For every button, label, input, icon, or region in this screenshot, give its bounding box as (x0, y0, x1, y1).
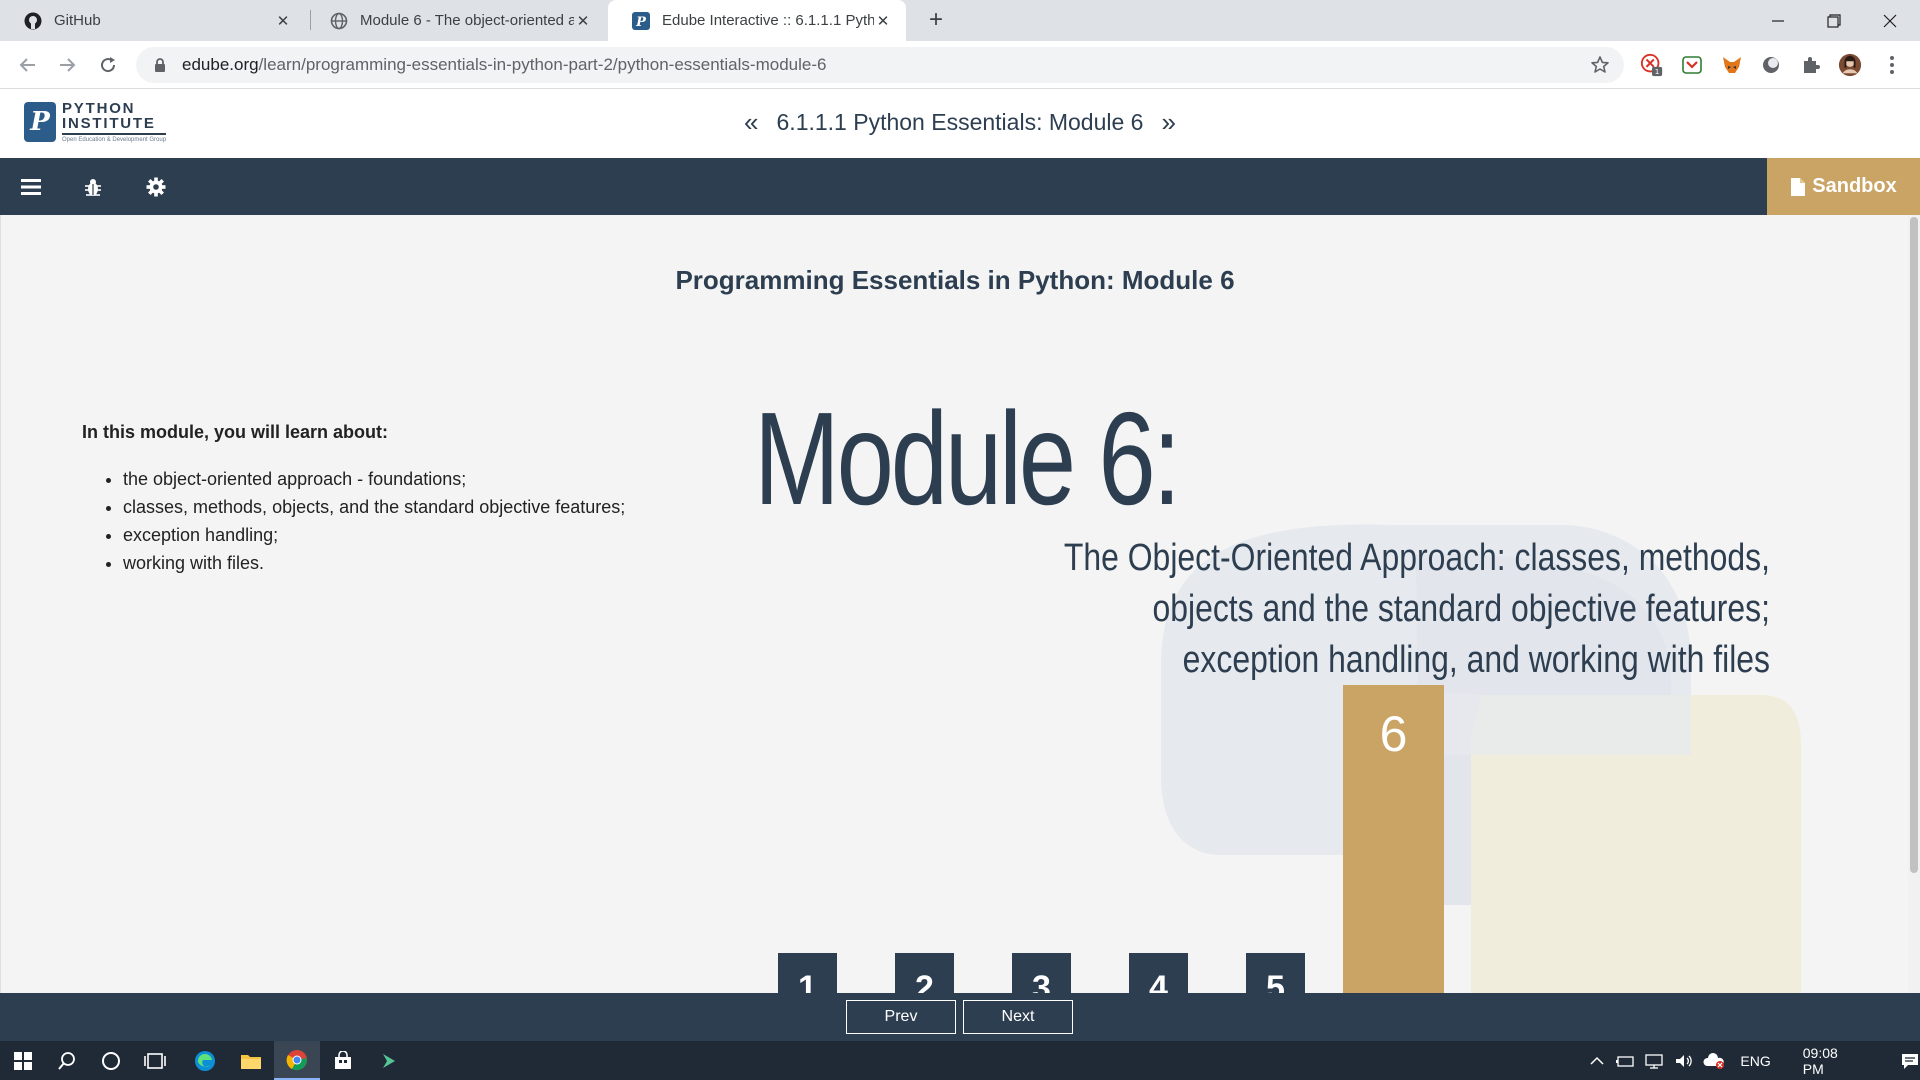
extensions-puzzle-icon[interactable] (1799, 53, 1823, 77)
new-tab-button[interactable]: + (922, 6, 950, 34)
file-icon (1790, 177, 1806, 197)
profile-avatar[interactable] (1838, 53, 1862, 77)
prev-button[interactable]: Prev (846, 1000, 956, 1034)
topic-list: the object-oriented approach - foundatio… (82, 469, 625, 574)
clock[interactable]: 09:08 PM (1803, 1045, 1862, 1077)
close-icon[interactable]: ✕ (874, 12, 892, 30)
tab-title: GitHub (54, 12, 101, 29)
module-step-block: 4 (1129, 953, 1188, 993)
extension-badge-count: 1 (1655, 67, 1660, 76)
topic-item: classes, methods, objects, and the stand… (123, 497, 625, 518)
scrollbar-thumb[interactable] (1910, 217, 1918, 873)
module-step-block: 1 (778, 953, 837, 993)
volume-icon[interactable] (1669, 1053, 1699, 1069)
topic-item: the object-oriented approach - foundatio… (123, 469, 625, 490)
close-window-button[interactable] (1862, 0, 1918, 41)
tab-github[interactable]: GitHub ✕ (0, 0, 306, 41)
subtitle-line: objects and the standard objective featu… (1152, 588, 1770, 630)
sandbox-button[interactable]: Sandbox (1767, 158, 1920, 215)
globe-icon (330, 12, 348, 30)
github-icon (24, 12, 42, 30)
tab-title: Module 6 - The object-oriented a (360, 12, 574, 29)
task-view-icon[interactable] (132, 1041, 178, 1080)
module-heading-graphic: Module 6: (754, 385, 1181, 532)
svg-text:P: P (635, 15, 647, 30)
browser-menu-icon[interactable] (1880, 53, 1904, 77)
file-explorer-icon[interactable] (228, 1041, 274, 1080)
topic-item: exception handling; (123, 525, 625, 546)
course-toolbar: Sandbox (0, 158, 1920, 215)
address-bar: edube.org/learn/programming-essentials-i… (0, 41, 1920, 89)
terminal-app-icon[interactable] (366, 1041, 412, 1080)
topic-item: working with files. (123, 553, 625, 574)
module-step-block: 2 (895, 953, 954, 993)
tab-module-6-page[interactable]: Module 6 - The object-oriented a ✕ (306, 0, 606, 41)
onedrive-sync-error-icon[interactable] (1699, 1052, 1729, 1069)
settings-gear-icon[interactable] (143, 174, 169, 200)
browser-tab-bar: GitHub ✕ Module 6 - The object-oriented … (0, 0, 1920, 41)
page-title: Programming Essentials in Python: Module… (675, 265, 1235, 295)
notifications-icon[interactable] (1900, 1052, 1920, 1070)
network-icon[interactable] (1639, 1053, 1669, 1069)
lesson-content: Programming Essentials in Python: Module… (0, 215, 1908, 993)
lock-icon (152, 57, 168, 73)
bug-report-icon[interactable] (80, 174, 106, 200)
battery-icon[interactable] (1610, 1054, 1640, 1068)
content-scrollbar[interactable] (1908, 215, 1920, 993)
windows-taskbar: ENG 09:08 PM (0, 1041, 1920, 1080)
lesson-title: 6.1.1.1 Python Essentials: Module 6 (776, 109, 1144, 135)
extension-blocker-icon[interactable]: 1 (1640, 53, 1664, 77)
site-header: P PYTHON INSTITUTE Open Education & Deve… (0, 89, 1920, 158)
windows-start-icon[interactable] (0, 1041, 46, 1080)
extension-pocket-icon[interactable] (1680, 53, 1704, 77)
tab-edube-interactive[interactable]: P Edube Interactive :: 6.1.1.1 Pytho ✕ (608, 0, 906, 41)
show-hidden-icons-chevron-icon[interactable] (1584, 1056, 1610, 1066)
python-institute-icon: P (632, 11, 650, 30)
metamask-fox-icon[interactable] (1720, 53, 1744, 77)
input-language-indicator[interactable]: ENG (1740, 1053, 1770, 1069)
learning-objectives: In this module, you will learn about: th… (82, 422, 625, 581)
url-host: edube.org (182, 55, 259, 74)
subtitle-line: exception handling, and working with fil… (1182, 639, 1770, 681)
close-icon[interactable]: ✕ (274, 12, 292, 30)
store-icon[interactable] (320, 1041, 366, 1080)
next-button[interactable]: Next (963, 1000, 1073, 1034)
module-subtitle-graphic: The Object-Oriented Approach: classes, m… (1014, 533, 1770, 686)
learning-objectives-heading: In this module, you will learn about: (82, 422, 389, 442)
next-lesson-chevron-icon[interactable]: » (1161, 107, 1175, 138)
lesson-footer: Prev Next (0, 993, 1920, 1041)
back-button[interactable] (14, 51, 42, 79)
cortana-icon[interactable] (88, 1041, 134, 1080)
subtitle-line: The Object-Oriented Approach: classes, m… (1063, 537, 1770, 579)
module-step-block: 5 (1246, 953, 1305, 993)
url-path: /learn/programming-essentials-in-python-… (258, 55, 827, 74)
close-icon[interactable]: ✕ (574, 12, 592, 30)
previous-lesson-chevron-icon[interactable]: « (744, 107, 758, 138)
bookmark-star-icon[interactable] (1590, 55, 1610, 75)
reload-button[interactable] (94, 51, 122, 79)
forward-button[interactable] (53, 51, 81, 79)
tab-title: Edube Interactive :: 6.1.1.1 Pytho (662, 12, 874, 29)
system-tray: ENG 09:08 PM (1584, 1041, 1920, 1080)
module-step-block: 3 (1012, 953, 1071, 993)
module-step-block-active: 6 (1343, 685, 1444, 993)
lesson-breadcrumb: « 6.1.1.1 Python Essentials: Module 6 » (0, 107, 1920, 138)
restore-button[interactable] (1806, 0, 1862, 41)
minimize-button[interactable] (1750, 0, 1806, 41)
extension-circle-icon[interactable] (1759, 53, 1783, 77)
sandbox-label: Sandbox (1812, 175, 1897, 197)
chrome-taskbar-icon[interactable] (274, 1041, 320, 1080)
hamburger-menu-icon[interactable] (18, 174, 44, 200)
search-icon[interactable] (44, 1041, 90, 1080)
url-field[interactable]: edube.org/learn/programming-essentials-i… (136, 47, 1624, 83)
edge-browser-icon[interactable] (182, 1041, 228, 1080)
